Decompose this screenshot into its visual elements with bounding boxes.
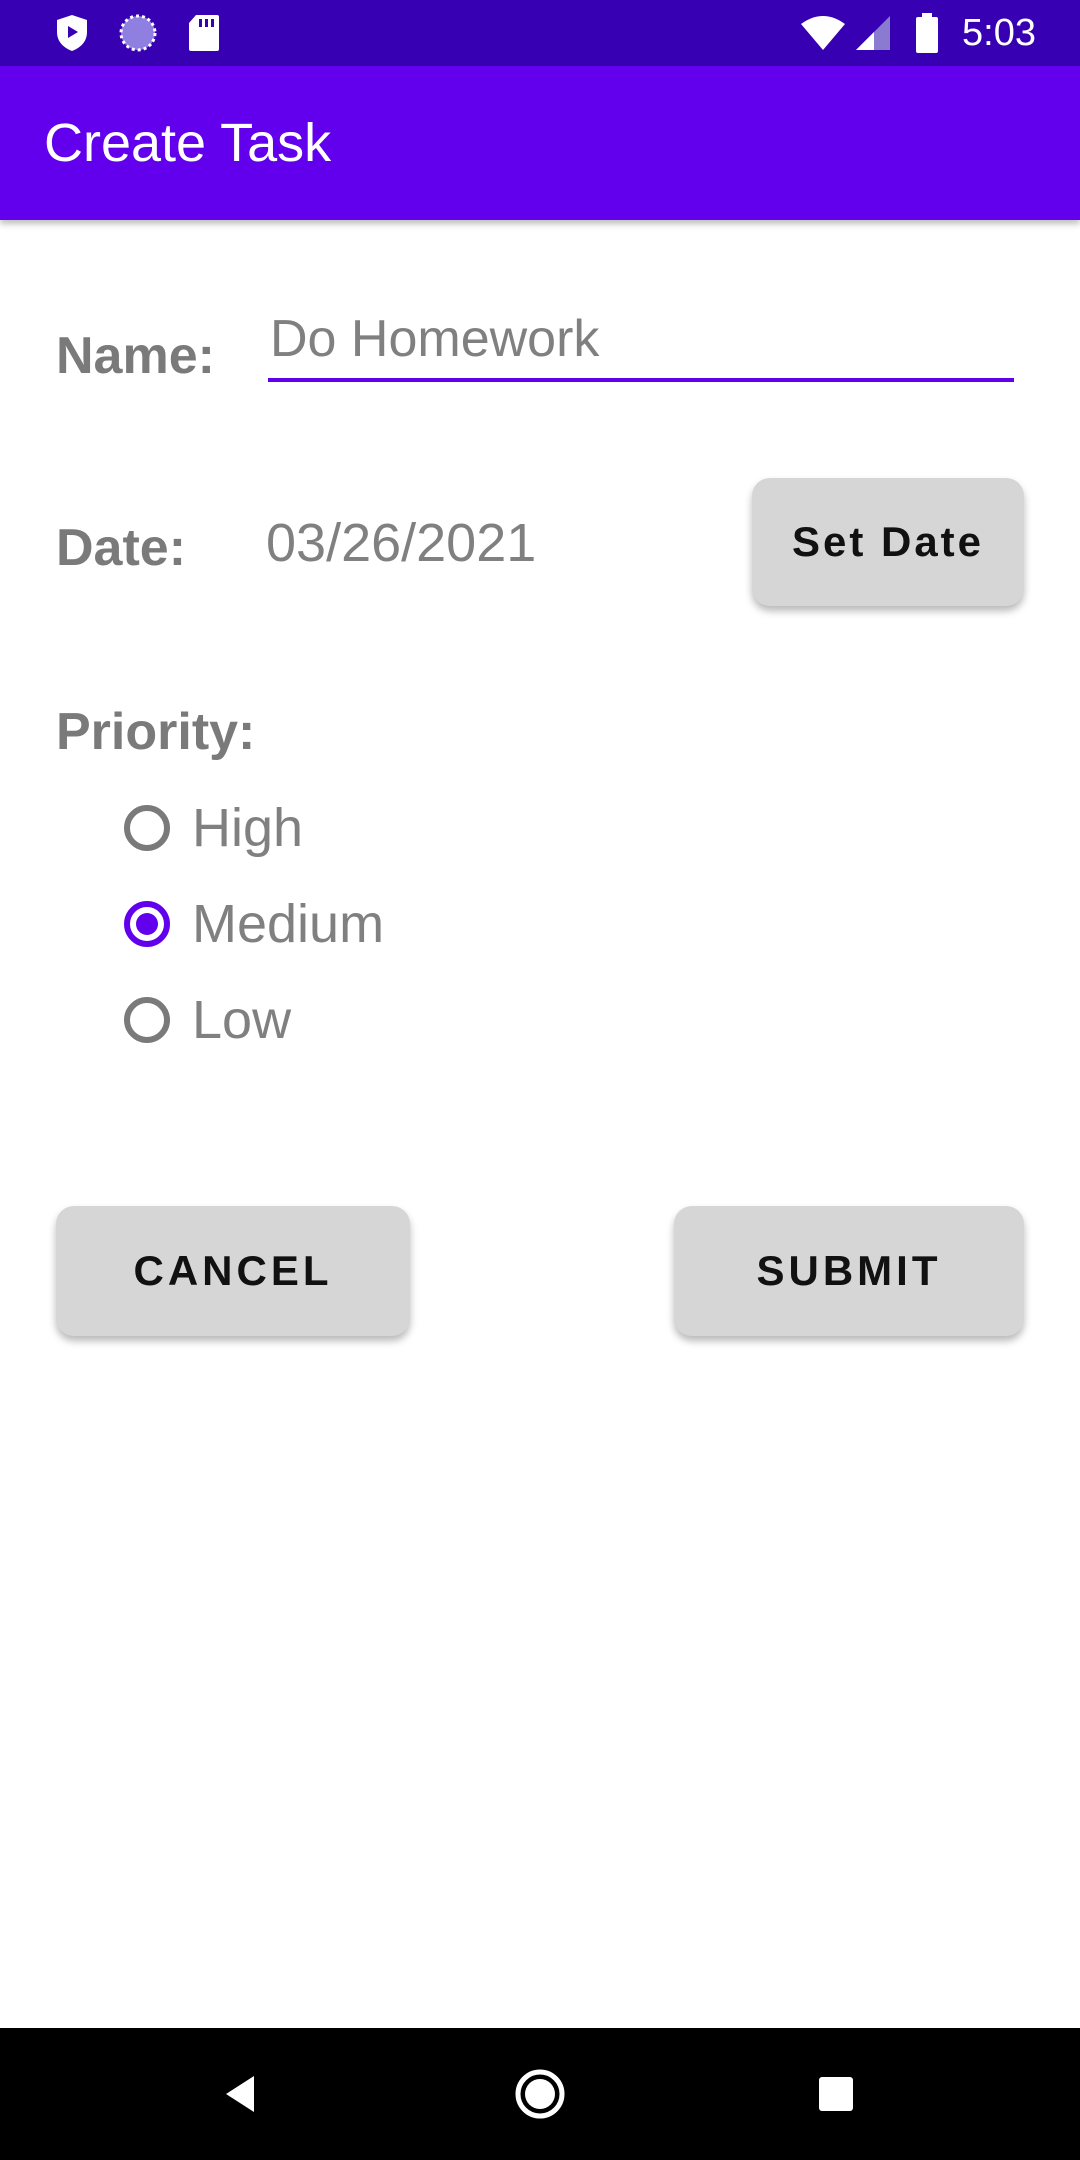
priority-option-label: High — [192, 798, 304, 858]
radio-button[interactable] — [124, 805, 170, 851]
submit-button[interactable]: SUBMIT — [674, 1206, 1024, 1336]
signal-icon — [852, 0, 894, 66]
priority-label: Priority: — [56, 703, 256, 761]
sync-icon — [116, 0, 160, 66]
date-label: Date: — [56, 519, 187, 577]
date-value: 03/26/2021 — [266, 513, 537, 573]
wifi-icon — [798, 0, 848, 66]
priority-option-medium[interactable]: Medium — [124, 884, 384, 964]
radio-button-selected[interactable] — [124, 901, 170, 947]
name-label: Name: — [56, 327, 215, 385]
sd-card-icon — [186, 0, 222, 66]
status-bar: 5:03 — [0, 0, 1080, 66]
cancel-button[interactable]: CANCEL — [56, 1206, 410, 1336]
radio-button[interactable] — [124, 997, 170, 1043]
battery-icon — [912, 0, 942, 66]
screen-title: Create Task — [44, 113, 332, 173]
app-bar: Create Task — [0, 66, 1080, 220]
back-icon[interactable] — [180, 2028, 300, 2160]
navigation-bar — [0, 2028, 1080, 2160]
priority-option-low[interactable]: Low — [124, 980, 291, 1060]
shield-icon — [52, 0, 92, 66]
clock: 5:03 — [962, 11, 1036, 54]
priority-option-label: Low — [192, 990, 292, 1050]
priority-option-high[interactable]: High — [124, 788, 303, 868]
recents-icon[interactable] — [776, 2028, 896, 2160]
set-date-button[interactable]: Set Date — [752, 478, 1024, 606]
task-name-input[interactable]: Do Homework — [268, 300, 1014, 382]
home-icon[interactable] — [480, 2028, 600, 2160]
priority-option-label: Medium — [192, 894, 385, 954]
